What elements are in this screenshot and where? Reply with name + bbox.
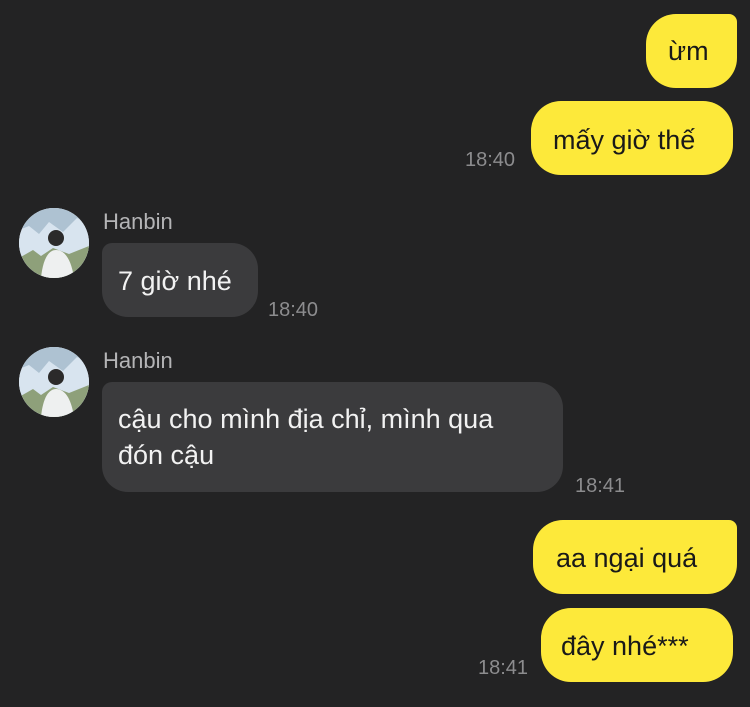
message-timestamp: 18:40 <box>465 149 516 171</box>
sender-name: Hanbin <box>103 209 173 234</box>
sender-name: Hanbin <box>103 348 173 373</box>
message-timestamp: 18:41 <box>478 657 529 679</box>
outgoing-message-bubble[interactable]: mấy giờ thế <box>531 101 733 175</box>
message-text: cậu cho mình địa chỉ, mình qua đón cậu <box>118 404 494 470</box>
avatar-photo-icon <box>19 208 89 278</box>
message-text: 7 giờ nhé <box>118 266 232 296</box>
sender-avatar[interactable] <box>19 347 89 417</box>
message-timestamp: 18:40 <box>268 299 319 321</box>
message-text: đây nhé*** <box>561 631 689 661</box>
outgoing-message-bubble[interactable]: đây nhé*** <box>541 608 733 682</box>
sender-avatar[interactable] <box>19 208 89 278</box>
message-text: mấy giờ thế <box>553 125 696 155</box>
message-text: ừm <box>668 36 709 66</box>
message-text: aa ngại quá <box>556 543 698 573</box>
message-timestamp: 18:41 <box>575 475 626 497</box>
avatar-photo-icon <box>19 347 89 417</box>
incoming-message-bubble[interactable]: 7 giờ nhé <box>102 243 258 317</box>
outgoing-message-bubble[interactable]: aa ngại quá <box>533 520 737 594</box>
incoming-message-bubble[interactable]: cậu cho mình địa chỉ, mình qua đón cậu <box>102 382 563 492</box>
outgoing-message-bubble[interactable]: ừm <box>646 14 737 88</box>
